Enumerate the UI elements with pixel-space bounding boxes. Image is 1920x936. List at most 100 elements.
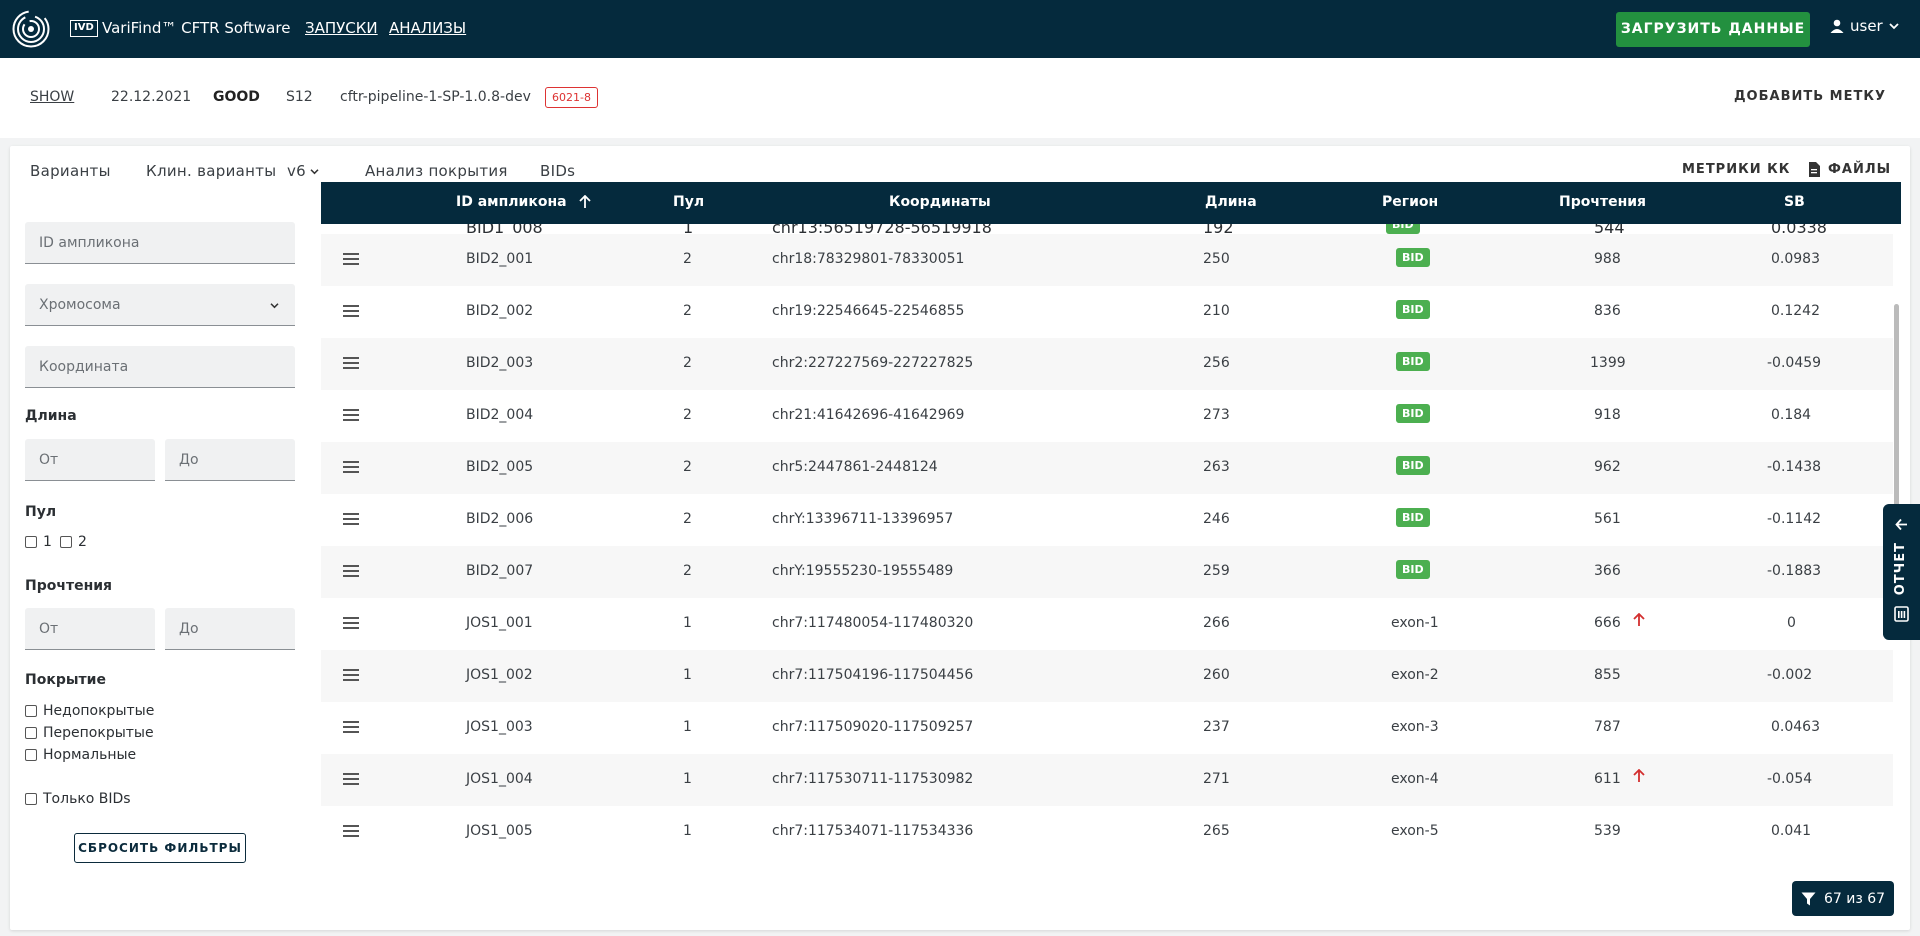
cell-reads: 544 — [1594, 224, 1625, 234]
cell-coordinates: chr7:117504196-117504456 — [772, 667, 974, 683]
qc-metrics-button[interactable]: МЕТРИКИ КК — [1682, 162, 1790, 177]
nav-analyses-link[interactable]: АНАЛИЗЫ — [389, 19, 466, 37]
checkbox-box[interactable] — [25, 749, 37, 761]
coverage-label: Покрытие — [25, 672, 106, 688]
drag-handle-icon[interactable] — [343, 409, 359, 421]
run-info-bar: SHOW 22.12.2021 GOOD S12 cftr-pipeline-1… — [0, 58, 1920, 138]
table-row-partial: BID1_008 1 chr13:56519728-56519918 192 B… — [321, 224, 1893, 234]
checkbox-box[interactable] — [60, 536, 72, 548]
cell-reads: 836 — [1594, 303, 1621, 319]
cell-length: 260 — [1203, 667, 1230, 683]
cell-region-badge: BID — [1386, 224, 1420, 234]
cell-coordinates: chr18:78329801-78330051 — [772, 251, 965, 267]
arrow-up-icon — [1633, 612, 1645, 631]
drag-handle-icon[interactable] — [343, 617, 359, 629]
ivd-badge: IVD — [70, 20, 98, 37]
tab-clin-variants[interactable]: Клин. варианты — [146, 162, 276, 180]
column-sb[interactable]: SB — [1784, 194, 1805, 210]
coordinate-input[interactable]: Координата — [25, 346, 295, 388]
upload-data-button[interactable]: ЗАГРУЗИТЬ ДАННЫЕ — [1616, 12, 1810, 47]
show-link[interactable]: SHOW — [30, 89, 74, 105]
cell-pool: 2 — [683, 355, 692, 371]
table-row[interactable]: BID2_004 2 chr21:41642696-41642969 273 BID 91… — [321, 390, 1893, 442]
tab-variants[interactable]: Варианты — [30, 162, 111, 180]
drag-handle-icon[interactable] — [343, 305, 359, 317]
table-row[interactable]: JOS1_001 1 chr7:117480054-117480320 266 exon… — [321, 598, 1893, 650]
length-to-input[interactable]: До — [165, 439, 295, 481]
cell-coordinates: chr7:117534071-117534336 — [772, 823, 974, 839]
overcovered-checkbox[interactable]: Перепокрытые — [25, 725, 154, 741]
cell-region-badge: BID — [1396, 508, 1430, 527]
only-bids-checkbox[interactable]: Только BIDs — [25, 791, 131, 807]
drag-handle-icon[interactable] — [343, 461, 359, 473]
reads-from-input[interactable]: От — [25, 608, 155, 650]
table-row[interactable]: BID2_001 2 chr18:78329801-78330051 250 BID 98… — [321, 234, 1893, 286]
tab-coverage-analysis[interactable]: Анализ покрытия — [365, 162, 508, 180]
drag-handle-icon[interactable] — [343, 357, 359, 369]
table-row[interactable]: BID2_002 2 chr19:22546645-22546855 210 BID 83… — [321, 286, 1893, 338]
amplicon-id-input[interactable]: ID ампликона — [25, 222, 295, 264]
table-row[interactable]: JOS1_002 1 chr7:117504196-117504456 260 exon… — [321, 650, 1893, 702]
cell-coordinates: chr5:2447861-2448124 — [772, 459, 938, 475]
cell-amplicon-id: BID2_002 — [466, 303, 534, 319]
reads-to-input[interactable]: До — [165, 608, 295, 650]
table-row[interactable]: JOS1_003 1 chr7:117509020-117509257 237 exon… — [321, 702, 1893, 754]
drag-handle-icon[interactable] — [343, 513, 359, 525]
drag-handle-icon[interactable] — [343, 825, 359, 837]
tab-bids[interactable]: BIDs — [540, 162, 575, 180]
pool-1-checkbox[interactable]: 1 — [25, 534, 52, 550]
column-length[interactable]: Длина — [1205, 194, 1257, 210]
filter-icon — [1801, 892, 1816, 905]
table-row[interactable]: JOS1_005 1 chr7:117534071-117534336 265 exon… — [321, 806, 1893, 858]
logo-icon[interactable] — [12, 10, 50, 48]
cell-pool: 2 — [683, 459, 692, 475]
user-menu[interactable]: user — [1830, 17, 1899, 35]
column-reads[interactable]: Прочтения — [1559, 194, 1646, 210]
pool-2-label: 2 — [78, 534, 87, 550]
cell-reads: 918 — [1594, 407, 1621, 423]
cell-coordinates: chr7:117509020-117509257 — [772, 719, 974, 735]
undercovered-checkbox[interactable]: Недопокрытые — [25, 703, 154, 719]
table-row[interactable]: BID2_007 2 chrY:19555230-19555489 259 BID 366… — [321, 546, 1893, 598]
cell-amplicon-id: JOS1_004 — [466, 771, 533, 787]
drag-handle-icon[interactable] — [343, 253, 359, 265]
drag-handle-icon[interactable] — [343, 773, 359, 785]
files-button[interactable]: ФАЙЛЫ — [1808, 162, 1891, 177]
version-select[interactable]: v6 — [287, 162, 319, 180]
add-tag-button[interactable]: ДОБАВИТЬ МЕТКУ — [1734, 89, 1886, 104]
table-row[interactable]: BID2_005 2 chr5:2447861-2448124 263 BID 962 -0… — [321, 442, 1893, 494]
report-side-tab[interactable]: ОТЧЕТ — [1883, 504, 1920, 640]
table-row[interactable]: JOS1_004 1 chr7:117530711-117530982 271 exon… — [321, 754, 1893, 806]
column-coordinates[interactable]: Координаты — [889, 194, 991, 210]
checkbox-box[interactable] — [25, 793, 37, 805]
normal-checkbox[interactable]: Нормальные — [25, 747, 136, 763]
nav-runs-link[interactable]: ЗАПУСКИ — [305, 19, 378, 37]
column-pool[interactable]: Пул — [673, 194, 704, 210]
drag-handle-icon[interactable] — [343, 669, 359, 681]
column-amplicon-id[interactable]: ID ампликона — [456, 194, 591, 210]
length-from-input[interactable]: От — [25, 439, 155, 481]
report-icon — [1894, 606, 1909, 622]
cell-pool: 2 — [683, 511, 692, 527]
user-icon — [1830, 19, 1844, 33]
checkbox-box[interactable] — [25, 705, 37, 717]
checkbox-box[interactable] — [25, 727, 37, 739]
column-region[interactable]: Регион — [1382, 194, 1438, 210]
run-date: 22.12.2021 — [111, 89, 192, 105]
cell-amplicon-id: BID2_007 — [466, 563, 534, 579]
reset-filters-button[interactable]: СБРОСИТЬ ФИЛЬТРЫ — [74, 833, 246, 863]
drag-handle-icon[interactable] — [343, 565, 359, 577]
filter-count-chip[interactable]: 67 из 67 — [1792, 881, 1894, 916]
cell-sb: -0.002 — [1767, 667, 1813, 683]
cell-length: 250 — [1203, 251, 1230, 267]
files-label: ФАЙЛЫ — [1828, 162, 1892, 177]
chromosome-select[interactable]: Хромосома — [25, 284, 295, 326]
table-row[interactable]: BID2_003 2 chr2:227227569-227227825 256 BID 1… — [321, 338, 1893, 390]
table-row[interactable]: BID2_006 2 chrY:13396711-13396957 246 BID 561… — [321, 494, 1893, 546]
pool-2-checkbox[interactable]: 2 — [60, 534, 87, 550]
cell-reads: 366 — [1594, 563, 1621, 579]
checkbox-box[interactable] — [25, 536, 37, 548]
drag-handle-icon[interactable] — [343, 721, 359, 733]
report-tab-label: ОТЧЕТ — [1893, 542, 1908, 596]
cell-sb: -0.1883 — [1767, 563, 1822, 579]
